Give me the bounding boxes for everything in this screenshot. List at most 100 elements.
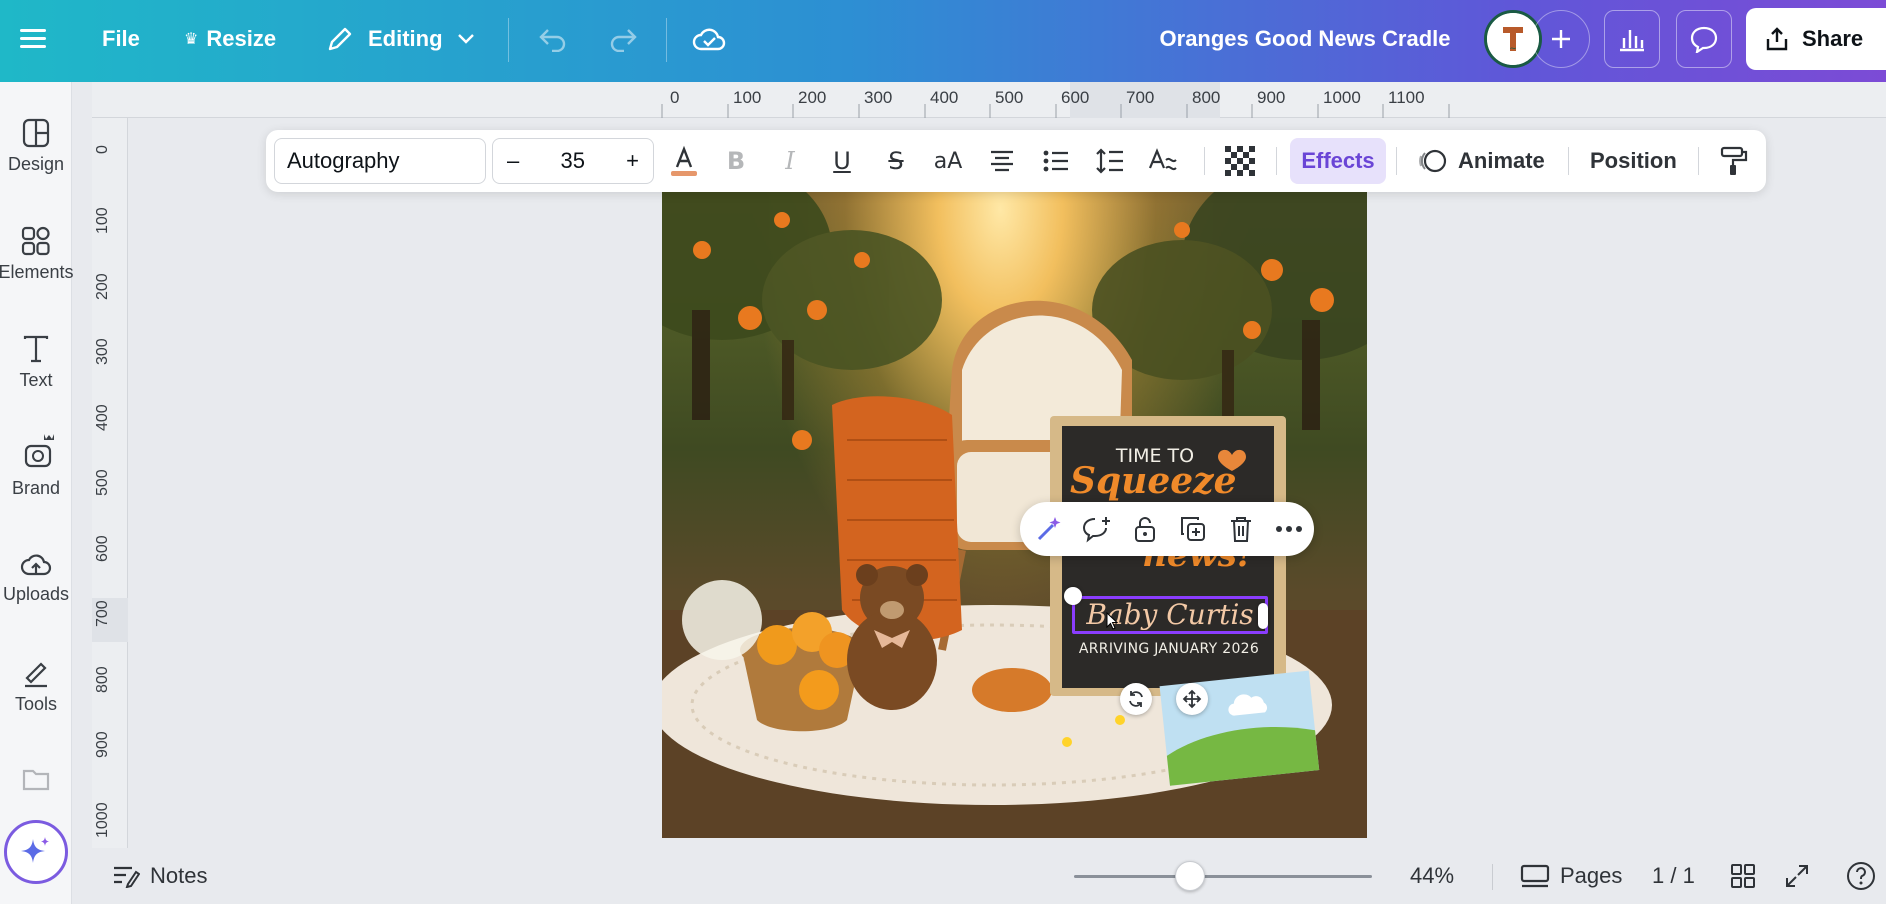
file-menu[interactable]: File (102, 0, 140, 78)
sidebar-item-uploads[interactable]: Uploads (0, 550, 72, 605)
animate-label: Animate (1458, 148, 1545, 173)
sidebar-item-brand[interactable]: Brand (0, 432, 72, 499)
add-comment-icon[interactable] (1080, 512, 1114, 546)
editing-label: Editing (368, 26, 443, 51)
font-size-value[interactable]: 35 (560, 148, 584, 174)
divider (1204, 147, 1205, 175)
pages-icon (1520, 864, 1550, 888)
paint-roller-icon[interactable] (1716, 143, 1752, 179)
zoom-slider[interactable] (1074, 861, 1372, 891)
pages-label: Pages (1560, 863, 1623, 888)
element-context-toolbar (1020, 502, 1314, 556)
sidebar-item-design[interactable]: Design (0, 118, 72, 175)
divider (1568, 147, 1569, 175)
folder-icon[interactable] (0, 766, 72, 792)
divider (1698, 147, 1699, 175)
notes-button[interactable]: Notes (112, 848, 207, 904)
trash-icon[interactable] (1224, 512, 1258, 546)
notes-label: Notes (150, 863, 208, 888)
resize-handle-right[interactable] (1258, 603, 1268, 629)
sidebar-item-elements[interactable]: Elements (0, 226, 74, 283)
horizontal-ruler: 0 100 200 300 400 500 600 700 800 900 10… (92, 82, 1886, 118)
position-button[interactable]: Position (1590, 138, 1677, 184)
text-color-icon[interactable] (666, 143, 702, 179)
duplicate-icon[interactable] (1176, 512, 1210, 546)
effects-button[interactable]: Effects (1290, 138, 1386, 184)
board-text-squeeze[interactable]: Squeeze (1070, 460, 1237, 502)
bullet-list-icon[interactable] (1038, 143, 1074, 179)
elements-icon (21, 226, 50, 256)
design-icon (22, 118, 50, 148)
lock-icon[interactable] (1128, 512, 1162, 546)
add-collaborator-button[interactable] (1532, 10, 1590, 68)
sidebar-item-label: Text (19, 370, 53, 390)
rotate-handle[interactable] (1120, 683, 1152, 715)
share-label: Share (1802, 26, 1864, 51)
ruler-tick-label: 0 (94, 145, 111, 154)
line-spacing-icon[interactable] (1092, 143, 1128, 179)
hamburger-menu-icon[interactable] (20, 0, 52, 78)
rotate-icon (1129, 691, 1143, 707)
cloud-saved-icon[interactable] (692, 0, 726, 78)
fullscreen-icon[interactable] (1784, 848, 1810, 904)
left-sidebar: Design Elements Text Brand Uploads Tools (0, 82, 74, 904)
magic-assistant-button[interactable] (4, 820, 68, 884)
ruler-tick-label: 1000 (1323, 88, 1361, 107)
ruler-tick-label: 800 (1192, 88, 1221, 107)
ruler-tick-label: 400 (94, 404, 111, 431)
ruler-tick-label: 200 (798, 88, 827, 107)
sidebar-item-tools[interactable]: Tools (0, 656, 72, 715)
page-count[interactable]: 1 / 1 (1652, 848, 1695, 904)
editing-mode-dropdown[interactable]: Editing (326, 0, 475, 78)
animate-button[interactable]: Animate (1418, 138, 1545, 184)
ruler-tick-label: 700 (94, 600, 111, 627)
more-options-icon[interactable] (1272, 512, 1306, 546)
transparency-icon[interactable] (1222, 143, 1258, 179)
share-button[interactable]: Share (1746, 8, 1886, 70)
font-family-select[interactable]: Autography (274, 138, 486, 184)
resize-button[interactable]: ♛ Resize (184, 0, 276, 78)
bold-icon[interactable]: B (718, 143, 754, 179)
resize-handle-left[interactable] (1064, 587, 1082, 605)
animate-icon (1419, 149, 1447, 173)
move-handle[interactable] (1176, 683, 1208, 715)
chevron-down-icon (457, 33, 475, 45)
svg-text:~: ~ (1509, 44, 1517, 54)
mouse-cursor (1106, 612, 1118, 630)
divider (508, 18, 509, 62)
ruler-tick-label: 800 (94, 666, 111, 693)
strikethrough-icon[interactable]: S (878, 143, 914, 179)
increase-size-button[interactable]: + (626, 148, 639, 174)
redo-icon[interactable] (608, 0, 638, 78)
text-format-toolbar: Autography – 35 + B I U S aA Effects Ani… (266, 130, 1766, 192)
insights-button[interactable] (1604, 10, 1660, 68)
grid-view-icon[interactable] (1730, 848, 1756, 904)
font-size-stepper[interactable]: – 35 + (492, 138, 654, 184)
letter-case-icon[interactable]: aA (930, 143, 966, 179)
undo-icon[interactable] (538, 0, 568, 78)
ruler-tick-label: 900 (94, 731, 111, 758)
text-style-icon[interactable] (1146, 143, 1182, 179)
board-text-arriving[interactable]: ARRIVING JANUARY 2026 (1066, 641, 1272, 657)
ruler-tick-label: 400 (930, 88, 959, 107)
bar-chart-icon (1620, 30, 1644, 52)
zoom-slider-thumb[interactable] (1175, 861, 1206, 891)
ruler-tick-label: 500 (995, 88, 1024, 107)
ruler-tick-label: 0 (670, 88, 680, 107)
document-title[interactable]: Oranges Good News Cradle (1100, 0, 1510, 78)
ruler-tick-label: 700 (1126, 88, 1155, 107)
underline-icon[interactable]: U (824, 143, 860, 179)
zoom-level[interactable]: 44% (1410, 848, 1454, 904)
align-center-icon[interactable] (984, 143, 1020, 179)
sidebar-item-label: Elements (0, 262, 74, 282)
magic-edit-icon[interactable] (1032, 512, 1066, 546)
pages-button[interactable]: Pages (1520, 848, 1622, 904)
decrease-size-button[interactable]: – (507, 148, 519, 174)
ruler-tick-label: 900 (1257, 88, 1286, 107)
help-icon[interactable] (1846, 848, 1876, 904)
vertical-ruler: 0 100 200 300 400 500 600 700 800 900 10… (92, 118, 128, 848)
selected-text-box[interactable]: Baby Curtis (1072, 596, 1268, 634)
sidebar-item-text[interactable]: Text (0, 334, 72, 391)
comments-button[interactable] (1676, 10, 1732, 68)
italic-icon[interactable]: I (772, 143, 808, 179)
